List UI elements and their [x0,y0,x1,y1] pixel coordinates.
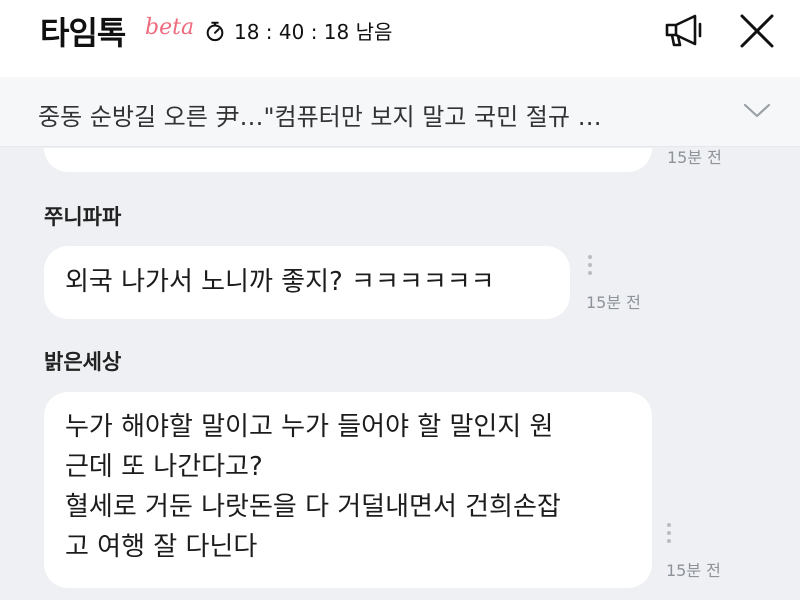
chat-list[interactable]: 15분 전 쭈니파파 외국 나가서 노니까 좋지? ㅋㅋㅋㅋㅋㅋ 15분 전 밝… [0,148,800,600]
more-options-icon[interactable] [666,523,672,547]
message-text: 누가 해야할 말이고 누가 들어야 할 말인지 원 근데 또 나간다고? 혈세로… [65,412,561,562]
close-icon[interactable] [738,12,776,50]
message-bubble[interactable]: 누가 해야할 말이고 누가 들어야 할 말인지 원 근데 또 나간다고? 혈세로… [44,392,652,588]
remaining-timer: 18 : 40 : 18 남음 [204,16,392,45]
app-title: 타임톡 [40,14,126,52]
message-nickname[interactable]: 쭈니파파 [44,201,121,231]
message-nickname[interactable]: 밝은세상 [44,346,121,376]
beta-label: beta [145,15,195,40]
message-text: 외국 나가서 노니까 좋지? ㅋㅋㅋㅋㅋㅋ [65,267,495,297]
stopwatch-icon [206,21,224,41]
chevron-down-icon[interactable] [742,100,772,120]
timer-text: 18 : 40 : 18 남음 [234,20,393,44]
message-bubble[interactable] [44,148,652,172]
message-time: 15분 전 [667,148,722,167]
message-time: 15분 전 [666,561,721,580]
topic-bar[interactable]: 중동 순방길 오른 尹…"컴퓨터만 보지 말고 국민 절규 … [0,77,800,147]
message-bubble[interactable]: 외국 나가서 노니까 좋지? ㅋㅋㅋㅋㅋㅋ [44,246,570,319]
more-options-icon[interactable] [587,255,593,279]
message-time: 15분 전 [586,293,641,312]
megaphone-icon[interactable] [663,12,705,50]
topic-title: 중동 순방길 오른 尹…"컴퓨터만 보지 말고 국민 절규 … [38,103,602,131]
top-header: 타임톡 beta 18 : 40 : 18 남음 [0,0,800,77]
